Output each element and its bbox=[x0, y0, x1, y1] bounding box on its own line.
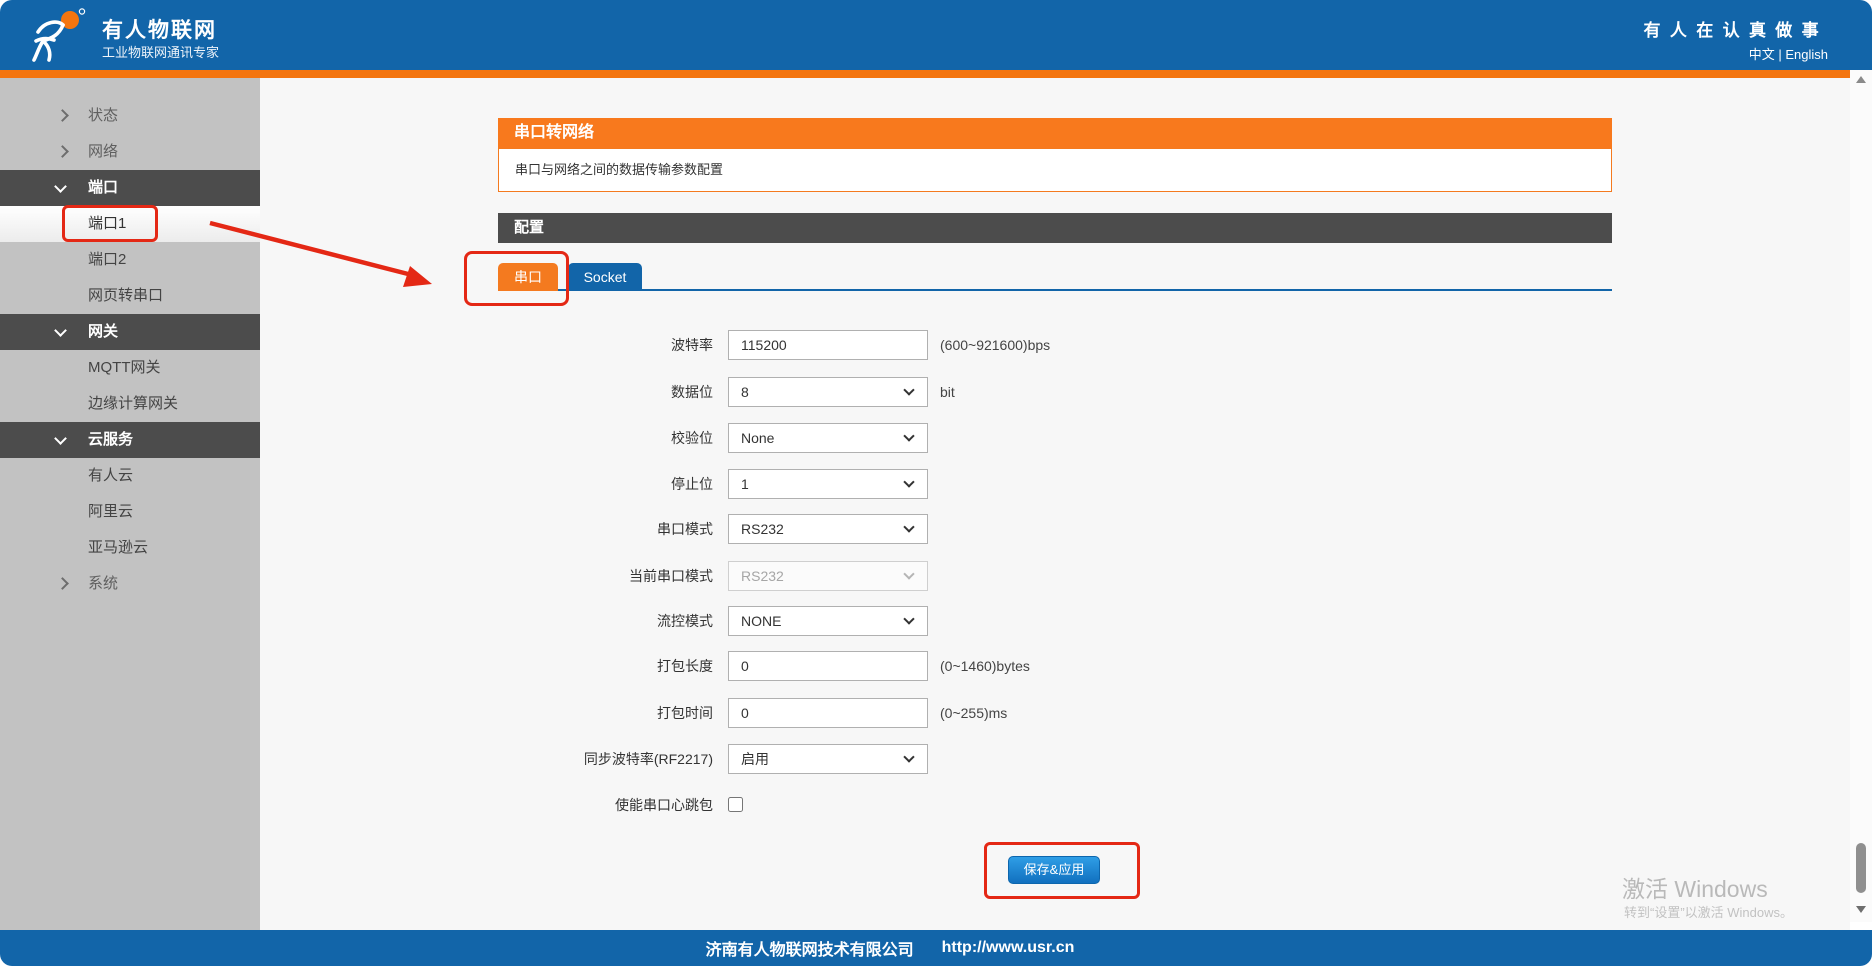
chevron-down-icon bbox=[903, 751, 914, 762]
scroll-up-arrow-icon[interactable] bbox=[1856, 76, 1866, 83]
brand-subtitle: 工业物联网通讯专家 bbox=[102, 42, 219, 61]
footer-url-link[interactable]: http://www.usr.cn bbox=[942, 939, 1075, 957]
sidebar-item-system[interactable]: 系统 bbox=[0, 566, 260, 602]
lang-chinese-link[interactable]: 中文 bbox=[1749, 47, 1775, 62]
sidebar-item-network[interactable]: 网络 bbox=[0, 134, 260, 170]
sidebar-item-status[interactable]: 状态 bbox=[0, 98, 260, 134]
page-title: 串口转网络 bbox=[498, 118, 1612, 148]
chevron-down-icon bbox=[903, 430, 914, 441]
current-serial-mode-select-disabled: RS232 bbox=[728, 561, 928, 591]
tab-underline bbox=[498, 289, 1612, 291]
section-header-config: 配置 bbox=[498, 213, 1612, 243]
sidebar-item-amazon-cloud[interactable]: 亚马逊云 bbox=[0, 530, 260, 566]
flow-control-select[interactable]: NONE bbox=[728, 606, 928, 636]
header-accent-stripe bbox=[0, 70, 1872, 78]
pack-length-input[interactable] bbox=[728, 651, 928, 681]
top-header-bar: 有人物联网 工业物联网通讯专家 有人在认真做事 中文 | English bbox=[0, 0, 1872, 70]
chevron-right-icon bbox=[56, 145, 69, 158]
serial-heartbeat-checkbox[interactable] bbox=[728, 797, 743, 812]
form-row-baud-rate: 波特率 (600~921600)bps bbox=[400, 330, 1500, 360]
annotation-box-save-button bbox=[984, 842, 1140, 899]
sidebar-item-port[interactable]: 端口 bbox=[0, 170, 260, 206]
chevron-down-icon bbox=[54, 432, 67, 445]
form-row-data-bits: 数据位 8 bit bbox=[400, 377, 1500, 407]
sidebar-item-usr-cloud[interactable]: 有人云 bbox=[0, 458, 260, 494]
windows-activation-watermark-sub: 转到“设置”以激活 Windows。 bbox=[1624, 902, 1793, 921]
annotation-box-port1 bbox=[62, 205, 158, 242]
language-switcher: 中文 | English bbox=[1749, 44, 1828, 63]
sync-baudrate-select[interactable]: 启用 bbox=[728, 744, 928, 774]
sidebar-item-gateway[interactable]: 网关 bbox=[0, 314, 260, 350]
stop-bits-select[interactable]: 1 bbox=[728, 469, 928, 499]
footer-company: 济南有人物联网技术有限公司 bbox=[706, 936, 914, 960]
header-slogan: 有人在认真做事 bbox=[1644, 16, 1828, 41]
pack-time-input[interactable] bbox=[728, 698, 928, 728]
form-row-stop-bits: 停止位 1 bbox=[400, 469, 1500, 499]
form-row-sync-baudrate: 同步波特率(RF2217) 启用 bbox=[400, 744, 1500, 774]
vertical-scrollbar[interactable] bbox=[1850, 70, 1872, 922]
parity-select[interactable]: None bbox=[728, 423, 928, 453]
sidebar-item-edge-gateway[interactable]: 边缘计算网关 bbox=[0, 386, 260, 422]
annotation-arrow bbox=[160, 205, 440, 295]
chevron-down-icon bbox=[54, 180, 67, 193]
chevron-down-icon bbox=[903, 384, 914, 395]
form-row-pack-length: 打包长度 (0~1460)bytes bbox=[400, 651, 1500, 681]
chevron-right-icon bbox=[56, 109, 69, 122]
chevron-down-icon bbox=[903, 613, 914, 624]
baud-rate-input[interactable] bbox=[728, 330, 928, 360]
chevron-down-icon bbox=[903, 568, 914, 579]
tab-socket[interactable]: Socket bbox=[568, 263, 642, 291]
brand-title: 有人物联网 bbox=[102, 14, 217, 44]
chevron-right-icon bbox=[56, 577, 69, 590]
form-row-serial-mode: 串口模式 RS232 bbox=[400, 514, 1500, 544]
scroll-down-arrow-icon[interactable] bbox=[1856, 906, 1866, 913]
scrollbar-thumb[interactable] bbox=[1856, 843, 1866, 893]
annotation-box-serial-tab bbox=[464, 251, 569, 306]
sidebar-item-ali-cloud[interactable]: 阿里云 bbox=[0, 494, 260, 530]
form-row-flow-control: 流控模式 NONE bbox=[400, 606, 1500, 636]
form-row-heartbeat-enable: 使能串口心跳包 bbox=[400, 790, 1500, 820]
page-description: 串口与网络之间的数据传输参数配置 bbox=[498, 148, 1612, 192]
lang-divider: | bbox=[1778, 47, 1781, 62]
data-bits-select[interactable]: 8 bbox=[728, 377, 928, 407]
sidebar-item-mqtt-gateway[interactable]: MQTT网关 bbox=[0, 350, 260, 386]
sidebar-item-cloud-service[interactable]: 云服务 bbox=[0, 422, 260, 458]
serial-mode-select[interactable]: RS232 bbox=[728, 514, 928, 544]
form-row-parity: 校验位 None bbox=[400, 423, 1500, 453]
chevron-down-icon bbox=[54, 324, 67, 337]
windows-activation-watermark: 激活 Windows bbox=[1622, 870, 1768, 904]
lang-english-link[interactable]: English bbox=[1785, 47, 1828, 62]
chevron-down-icon bbox=[903, 521, 914, 532]
form-row-pack-time: 打包时间 (0~255)ms bbox=[400, 698, 1500, 728]
footer-bar: 济南有人物联网技术有限公司 http://www.usr.cn bbox=[0, 930, 1872, 966]
usr-logo-icon bbox=[28, 8, 90, 64]
form-row-current-serial-mode: 当前串口模式 RS232 bbox=[400, 561, 1500, 591]
chevron-down-icon bbox=[903, 476, 914, 487]
